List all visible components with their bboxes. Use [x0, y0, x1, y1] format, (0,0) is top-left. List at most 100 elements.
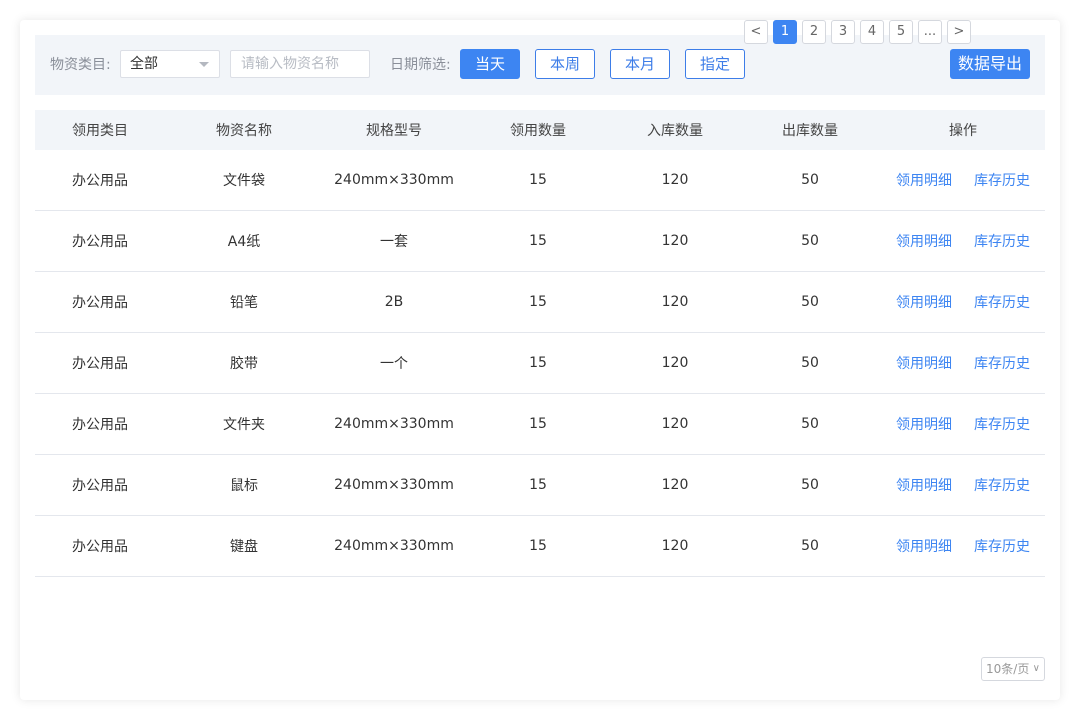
- actions-group: 领用明细 库存历史: [881, 536, 1045, 556]
- actions-group: 领用明细 库存历史: [881, 475, 1045, 495]
- stock-history-link[interactable]: 库存历史: [974, 536, 1030, 556]
- date-btn-week[interactable]: 本周: [535, 49, 595, 79]
- cell-actions: 领用明细 库存历史: [881, 332, 1045, 394]
- page-size-select[interactable]: 10条/页 ∨: [981, 657, 1045, 681]
- category-select[interactable]: 全部: [120, 50, 220, 78]
- stock-history-link[interactable]: 库存历史: [974, 414, 1030, 434]
- cell-in-qty: 120: [611, 454, 739, 516]
- inventory-table: 领用类目 物资名称 规格型号 领用数量 入库数量 出库数量 操作 办公用品 文件…: [35, 110, 1045, 577]
- cell-receive-qty: 15: [465, 271, 611, 333]
- page-button-4[interactable]: 4: [860, 20, 884, 44]
- table-header-row: 领用类目 物资名称 规格型号 领用数量 入库数量 出库数量 操作: [35, 110, 1045, 150]
- cell-in-qty: 120: [611, 332, 739, 394]
- cell-out-qty: 50: [739, 454, 881, 516]
- chevron-down-icon: ∨: [1032, 663, 1040, 674]
- cell-actions: 领用明细 库存历史: [881, 454, 1045, 516]
- cell-in-qty: 120: [611, 271, 739, 333]
- next-page-button[interactable]: >: [947, 20, 971, 44]
- category-label: 物资类目:: [50, 57, 111, 73]
- cell-category: 办公用品: [35, 271, 165, 333]
- material-name-input[interactable]: [230, 50, 370, 78]
- table-row: 办公用品 文件夹 240mm×330mm 15 120 50 领用明细 库存历史: [35, 393, 1045, 455]
- cell-category: 办公用品: [35, 332, 165, 394]
- table-row: 办公用品 A4纸 一套 15 120 50 领用明细 库存历史: [35, 210, 1045, 272]
- category-select-value: 全部: [130, 56, 158, 72]
- page-button-5[interactable]: 5: [889, 20, 913, 44]
- cell-spec: 240mm×330mm: [323, 515, 465, 577]
- cell-out-qty: 50: [739, 332, 881, 394]
- page-button-2[interactable]: 2: [802, 20, 826, 44]
- header-actions: 操作: [881, 110, 1045, 150]
- cell-actions: 领用明细 库存历史: [881, 515, 1045, 577]
- actions-group: 领用明细 库存历史: [881, 292, 1045, 312]
- header-name: 物资名称: [165, 110, 323, 150]
- page-button-1[interactable]: 1: [773, 20, 797, 44]
- cell-actions: 领用明细 库存历史: [881, 393, 1045, 455]
- cell-out-qty: 50: [739, 515, 881, 577]
- cell-in-qty: 120: [611, 150, 739, 211]
- receive-detail-link[interactable]: 领用明细: [896, 231, 952, 251]
- cell-actions: 领用明细 库存历史: [881, 210, 1045, 272]
- table-row: 办公用品 键盘 240mm×330mm 15 120 50 领用明细 库存历史: [35, 515, 1045, 577]
- page-button-3[interactable]: 3: [831, 20, 855, 44]
- header-in-qty: 入库数量: [611, 110, 739, 150]
- cell-spec: 一套: [323, 210, 465, 272]
- page-size-value: 10条/页: [986, 662, 1030, 676]
- header-receive-qty: 领用数量: [465, 110, 611, 150]
- cell-category: 办公用品: [35, 150, 165, 211]
- cell-receive-qty: 15: [465, 393, 611, 455]
- cell-name: 铅笔: [165, 271, 323, 333]
- receive-detail-link[interactable]: 领用明细: [896, 292, 952, 312]
- stock-history-link[interactable]: 库存历史: [974, 475, 1030, 495]
- stock-history-link[interactable]: 库存历史: [974, 231, 1030, 251]
- page-ellipsis-button[interactable]: ...: [918, 20, 942, 44]
- cell-receive-qty: 15: [465, 210, 611, 272]
- cell-spec: 240mm×330mm: [323, 454, 465, 516]
- cell-name: A4纸: [165, 210, 323, 272]
- receive-detail-link[interactable]: 领用明细: [896, 536, 952, 556]
- cell-actions: 领用明细 库存历史: [881, 271, 1045, 333]
- cell-spec: 一个: [323, 332, 465, 394]
- caret-down-icon: [199, 62, 209, 67]
- cell-receive-qty: 15: [465, 515, 611, 577]
- table-row: 办公用品 鼠标 240mm×330mm 15 120 50 领用明细 库存历史: [35, 454, 1045, 516]
- cell-name: 文件夹: [165, 393, 323, 455]
- actions-group: 领用明细 库存历史: [881, 414, 1045, 434]
- cell-in-qty: 120: [611, 393, 739, 455]
- table-row: 办公用品 文件袋 240mm×330mm 15 120 50 领用明细 库存历史: [35, 150, 1045, 211]
- receive-detail-link[interactable]: 领用明细: [896, 170, 952, 190]
- cell-in-qty: 120: [611, 210, 739, 272]
- cell-receive-qty: 15: [465, 150, 611, 211]
- date-btn-custom[interactable]: 指定: [685, 49, 745, 79]
- cell-receive-qty: 15: [465, 332, 611, 394]
- cell-name: 键盘: [165, 515, 323, 577]
- receive-detail-link[interactable]: 领用明细: [896, 475, 952, 495]
- date-filter-label: 日期筛选:: [390, 57, 451, 73]
- cell-name: 文件袋: [165, 150, 323, 211]
- cell-out-qty: 50: [739, 210, 881, 272]
- cell-category: 办公用品: [35, 454, 165, 516]
- cell-actions: 领用明细 库存历史: [881, 150, 1045, 211]
- actions-group: 领用明细 库存历史: [881, 353, 1045, 373]
- cell-out-qty: 50: [739, 150, 881, 211]
- actions-group: 领用明细 库存历史: [881, 170, 1045, 190]
- filter-bar: 物资类目: 全部 日期筛选: 当天 本周 本月 指定 数据导出: [35, 35, 1045, 95]
- receive-detail-link[interactable]: 领用明细: [896, 353, 952, 373]
- receive-detail-link[interactable]: 领用明细: [896, 414, 952, 434]
- stock-history-link[interactable]: 库存历史: [974, 292, 1030, 312]
- cell-spec: 2B: [323, 271, 465, 333]
- cell-category: 办公用品: [35, 210, 165, 272]
- cell-receive-qty: 15: [465, 454, 611, 516]
- date-btn-today[interactable]: 当天: [460, 49, 520, 79]
- cell-out-qty: 50: [739, 271, 881, 333]
- cell-out-qty: 50: [739, 393, 881, 455]
- export-button[interactable]: 数据导出: [950, 49, 1030, 79]
- date-btn-month[interactable]: 本月: [610, 49, 670, 79]
- prev-page-button[interactable]: <: [744, 20, 768, 44]
- header-category: 领用类目: [35, 110, 165, 150]
- table-row: 办公用品 铅笔 2B 15 120 50 领用明细 库存历史: [35, 271, 1045, 333]
- cell-spec: 240mm×330mm: [323, 393, 465, 455]
- stock-history-link[interactable]: 库存历史: [974, 353, 1030, 373]
- stock-history-link[interactable]: 库存历史: [974, 170, 1030, 190]
- cell-in-qty: 120: [611, 515, 739, 577]
